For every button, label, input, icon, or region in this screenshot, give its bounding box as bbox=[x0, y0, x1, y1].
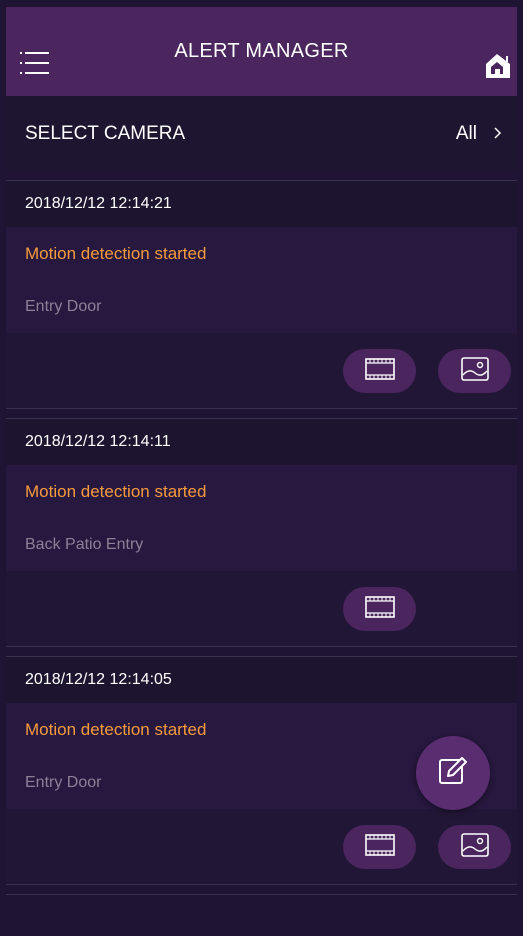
alert-event: Motion detection started bbox=[6, 227, 517, 280]
alert-event: Motion detection started bbox=[6, 465, 517, 518]
alert-item: 2018/12/12 12:14:11 Motion detection sta… bbox=[6, 418, 517, 647]
alert-actions bbox=[6, 809, 517, 884]
camera-selector-value: All bbox=[455, 122, 477, 144]
home-icon[interactable] bbox=[483, 53, 513, 79]
edit-button[interactable] bbox=[416, 736, 490, 810]
view-snapshot-button[interactable] bbox=[438, 349, 511, 393]
alert-datetime: 2018/12/12 12:14:21 bbox=[6, 181, 517, 227]
app-header: ALERT MANAGER bbox=[6, 7, 517, 96]
alert-datetime: 2018/12/12 12:14:11 bbox=[6, 419, 517, 465]
divider bbox=[6, 646, 517, 647]
play-video-button[interactable] bbox=[343, 825, 416, 869]
film-icon bbox=[364, 833, 395, 861]
alert-camera-name: Back Patio Entry bbox=[6, 518, 517, 571]
edit-icon bbox=[437, 755, 469, 792]
alert-datetime: 2018/12/12 12:14:05 bbox=[6, 657, 517, 703]
image-icon bbox=[460, 356, 489, 386]
page-title: ALERT MANAGER bbox=[174, 40, 349, 62]
chevron-right-icon bbox=[493, 125, 503, 141]
view-snapshot-button[interactable] bbox=[438, 825, 511, 869]
camera-selector-label: SELECT CAMERA bbox=[25, 122, 186, 144]
app-screen: ALERT MANAGER SELECT CAMERA All 2018/12/… bbox=[6, 7, 517, 936]
divider bbox=[6, 408, 517, 409]
film-icon bbox=[364, 357, 395, 385]
alert-list: 2018/12/12 12:14:21 Motion detection sta… bbox=[6, 180, 517, 925]
film-icon bbox=[364, 595, 395, 623]
play-video-button[interactable] bbox=[343, 587, 416, 631]
alert-actions bbox=[6, 333, 517, 408]
alert-actions bbox=[6, 571, 517, 646]
play-video-button[interactable] bbox=[343, 349, 416, 393]
alert-camera-name: Entry Door bbox=[6, 280, 517, 333]
alert-item: 2018/12/12 12:14:21 Motion detection sta… bbox=[6, 180, 517, 409]
image-icon bbox=[460, 832, 489, 862]
divider bbox=[6, 884, 517, 885]
alert-item-partial bbox=[6, 894, 517, 925]
camera-selector[interactable]: SELECT CAMERA All bbox=[6, 96, 517, 171]
hamburger-menu-icon[interactable] bbox=[20, 51, 50, 75]
